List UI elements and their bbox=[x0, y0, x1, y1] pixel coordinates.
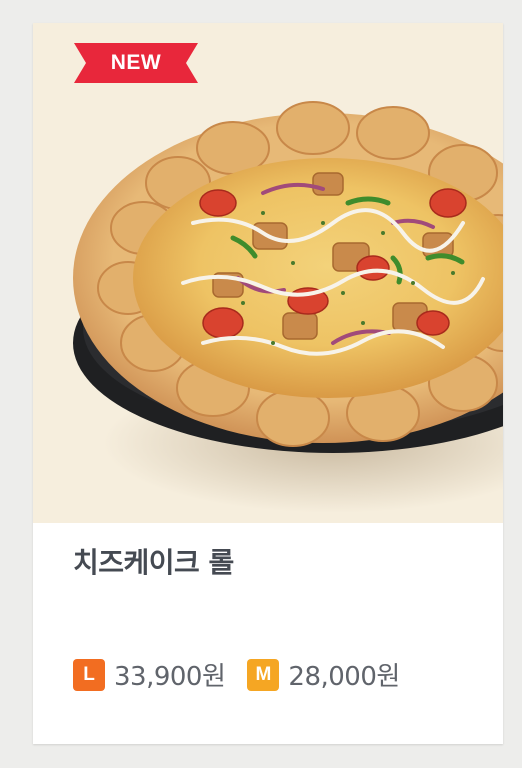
pizza-image[interactable]: NEW bbox=[33, 23, 503, 523]
product-card[interactable]: NEW 치즈케이크 롤 L 33,900원 M 28,000원 bbox=[33, 23, 503, 744]
price-medium: 28,000원 bbox=[288, 662, 400, 692]
price-large: 33,900원 bbox=[114, 662, 226, 692]
price-list: L 33,900원 M 28,000원 bbox=[73, 656, 422, 693]
pizza-illustration bbox=[73, 101, 503, 513]
size-l-icon: L bbox=[73, 658, 105, 691]
size-m-icon: M bbox=[247, 658, 280, 691]
new-ribbon: NEW bbox=[74, 43, 198, 83]
product-name[interactable]: 치즈케이크 롤 bbox=[73, 541, 234, 581]
new-badge-label: NEW bbox=[110, 51, 162, 74]
